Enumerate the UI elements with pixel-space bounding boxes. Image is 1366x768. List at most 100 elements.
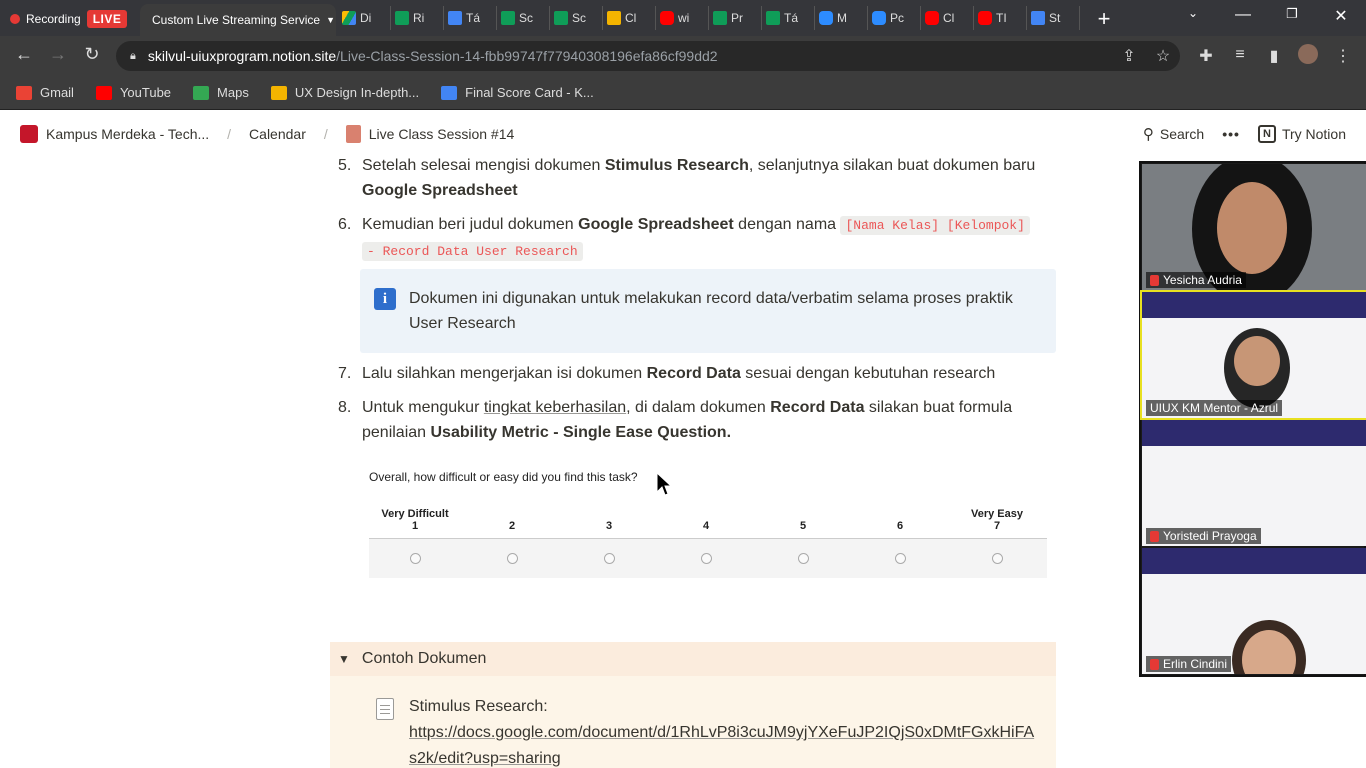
bold-text: Record Data	[646, 365, 741, 382]
toggle-title: Contoh Dokumen	[361, 650, 487, 667]
list-item-5: 5. Setelah selesai mengisi dokumen Stimu…	[338, 158, 1058, 209]
bold-text: Stimulus Research	[604, 158, 749, 174]
browser-tab-title: wi	[678, 11, 690, 25]
browser-tab[interactable]: Tá	[444, 6, 497, 30]
breadcrumb-page[interactable]: Live Class Session #14	[369, 126, 515, 142]
bookmark-item[interactable]: YouTube	[95, 85, 171, 100]
drive-icon	[342, 11, 356, 25]
toggle-block: ▼ Contoh Dokumen Stimulus Research: http…	[330, 642, 1056, 768]
scale-column: 5	[773, 508, 833, 532]
browser-tab-title: Cl	[943, 11, 955, 25]
video-tile[interactable]: Yoristedi Prayoga	[1142, 420, 1366, 546]
list-item-7: 7. Lalu silahkan mengerjakan isi dokumen…	[338, 361, 1058, 387]
list-number: 5.	[338, 158, 352, 174]
toggle-header[interactable]: ▼ Contoh Dokumen	[330, 642, 1056, 676]
scale-number: 6	[896, 520, 904, 532]
browser-tab[interactable]: Cl	[603, 6, 656, 30]
folder-icon	[270, 85, 287, 100]
extensions-icon[interactable]: ✚	[1195, 46, 1217, 66]
document-link[interactable]: https://docs.google.com/document/d/1RhLv…	[409, 724, 1034, 767]
browser-tab-title: M	[837, 11, 847, 25]
browser-tab[interactable]: Tá	[762, 6, 815, 30]
browser-tab[interactable]: Pc	[868, 6, 921, 30]
restore-button[interactable]: ❐	[1277, 6, 1307, 22]
tab-dropdown-icon[interactable]: ▼	[326, 15, 335, 25]
scale-radio	[992, 553, 1003, 564]
side-panel-icon[interactable]: ▮	[1263, 46, 1285, 66]
search-button[interactable]: ⚲ Search	[1143, 125, 1204, 143]
bookmark-star-icon[interactable]: ☆	[1152, 46, 1174, 66]
drive-icon	[441, 85, 458, 100]
scale-spacer	[676, 508, 736, 520]
browser-tab[interactable]: Di	[338, 6, 391, 30]
scale-spacer	[773, 508, 833, 520]
more-options-button[interactable]: •••	[1222, 126, 1240, 142]
video-tile[interactable]: Yesicha Audria	[1142, 164, 1366, 290]
virtual-background-banner	[1142, 292, 1366, 318]
browser-tab[interactable]: Pr	[709, 6, 762, 30]
browser-tab[interactable]: M	[815, 6, 868, 30]
browser-tab[interactable]: TI	[974, 6, 1027, 30]
scale-column: Very Easy 7	[967, 508, 1027, 532]
mic-muted-icon	[1150, 274, 1159, 286]
list-item-8: 8. Untuk mengukur tingkat keberhasilan, …	[338, 395, 1058, 449]
browser-tab[interactable]: St	[1027, 6, 1080, 30]
video-tile[interactable]: UIUX KM Mentor - Azrul	[1140, 290, 1366, 420]
browser-tab[interactable]: Sc	[497, 6, 550, 30]
scale-end-label: Very Difficult	[381, 508, 449, 520]
reload-button[interactable]: ↻	[74, 44, 110, 65]
back-button[interactable]: ←	[6, 44, 42, 65]
document-icon	[376, 698, 394, 720]
browser-tab-title: Sc	[572, 11, 587, 25]
bookmark-label: Final Score Card - K...	[465, 85, 594, 100]
workspace-icon	[20, 125, 38, 143]
scale-number: 3	[605, 520, 613, 532]
minimize-button[interactable]: —	[1228, 6, 1258, 24]
scale-column: Very Difficult 1	[381, 508, 448, 532]
address-bar[interactable]: 🔒︎ skilvul-uiuxprogram.notion.site/Live-…	[116, 41, 1180, 71]
bookmark-item[interactable]: Final Score Card - K...	[441, 85, 594, 100]
bookmark-item[interactable]: Gmail	[16, 85, 74, 100]
info-callout: i Dokumen ini digunakan untuk melakukan …	[360, 269, 1056, 353]
browser-tab-title: Cl	[625, 11, 637, 25]
bold-text: Record Data	[770, 399, 865, 416]
tab-search-icon[interactable]: ⌄	[1178, 6, 1208, 20]
scale-radio	[507, 553, 518, 564]
browser-tab-title: Pr	[731, 11, 743, 25]
browser-tab-title: Di	[360, 11, 372, 25]
forward-button[interactable]: →	[40, 44, 76, 65]
chrome-menu-icon[interactable]: ⋮	[1332, 46, 1354, 66]
breadcrumb-calendar[interactable]: Calendar	[249, 126, 306, 142]
video-tile[interactable]: Erlin Cindini	[1142, 548, 1366, 674]
scale-column: 4	[676, 508, 736, 532]
recording-label: Recording	[26, 12, 81, 26]
participant-face	[1217, 182, 1287, 274]
youtube-icon	[660, 11, 674, 25]
bookmark-item[interactable]: UX Design In-depth...	[270, 85, 419, 100]
inline-code: [Nama Kelas] [Kelompok]	[840, 216, 1030, 235]
close-window-button[interactable]: ✕	[1326, 6, 1356, 26]
browser-tab[interactable]: Cl	[921, 6, 974, 30]
profile-avatar[interactable]	[1297, 44, 1319, 69]
bookmark-label: Gmail	[40, 85, 74, 100]
bookmark-item[interactable]: Maps	[193, 85, 249, 100]
search-icon: ⚲	[1142, 126, 1154, 143]
record-dot-icon	[10, 14, 20, 24]
browser-tab[interactable]: wi	[656, 6, 709, 30]
active-tab[interactable]: Custom Live Streaming Service ▼	[140, 4, 336, 36]
try-notion-button[interactable]: N Try Notion	[1257, 125, 1346, 143]
inline-link[interactable]: tingkat keberhasilan	[484, 399, 626, 416]
participant-label: Erlin Cindini	[1146, 656, 1232, 672]
share-icon[interactable]: ⇪	[1118, 46, 1140, 66]
list-number: 7.	[338, 365, 352, 382]
new-tab-button[interactable]: +	[1092, 6, 1116, 32]
toggle-triangle-icon[interactable]: ▼	[338, 652, 350, 666]
browser-tab[interactable]: Ri	[391, 6, 444, 30]
browser-tab-title: TI	[996, 11, 1007, 25]
breadcrumb-workspace[interactable]: Kampus Merdeka - Tech...	[46, 126, 209, 142]
lock-icon[interactable]: 🔒︎	[130, 50, 136, 63]
media-control-icon[interactable]: ≡	[1229, 46, 1251, 64]
browser-tab[interactable]: Sc	[550, 6, 603, 30]
sheets-icon	[713, 11, 727, 25]
bold-text: Usability Metric - Single Ease Question.	[430, 424, 732, 441]
